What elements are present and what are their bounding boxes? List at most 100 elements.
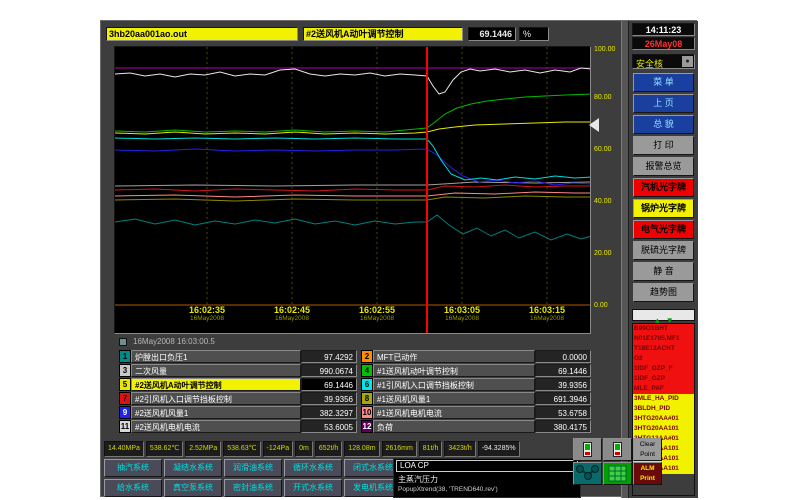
legend-row-12[interactable]: 12 负荷 380.4175 [361,420,591,433]
security-mode-icon[interactable]: ● [682,56,693,67]
sidebar-turbine-lamps-button[interactable]: 汽机光字牌 [633,178,694,197]
trend-chart[interactable]: 16:02:35 16May2008 16:02:45 16May2008 16… [114,46,591,334]
sidebar: 14:11:23 26May08 安全核 ● 菜 单 上 页 总 貌 打 印 报… [629,21,698,498]
pen-color-4: 4 [361,364,373,377]
status-reheat-temp: 538.63℃ [223,441,260,457]
legend-row-11[interactable]: 11 #2送风机电机电流 53.6005 [119,420,357,433]
y-tick-100: 100.00 [594,46,615,54]
tag-item[interactable]: 3BLDH_PID [633,404,694,414]
pen-label-12: 负荷 [373,420,535,433]
corner-button-grid: Clear Point ALM Print [573,438,663,486]
legend-row-1[interactable]: 1 炉膛出口负压1 97.4292 [119,350,357,363]
tag-item[interactable]: 1IDF_GZP_F [633,364,694,374]
sidebar-print-button[interactable]: 打 印 [633,136,694,155]
legend-row-4[interactable]: 4 #1送风机动叶调节控制 69.1446 [361,364,591,377]
signal-lamp-button-2[interactable] [603,438,632,461]
status-furnace-pressure: -124Pa [263,441,294,457]
command-line2: PopupXtrend(38, 'TREND640.rev') [398,486,498,494]
sidebar-boiler-lamps-button[interactable]: 锅炉光字牌 [633,199,694,218]
sidebar-alarm-summary-button[interactable]: 报警总览 [633,157,694,176]
command-input[interactable]: LOA CP [396,460,578,472]
sidebar-overview-button[interactable]: 总 貌 [633,115,694,134]
pen-color-11: 11 [119,420,131,433]
status-main-steam-temp: 538.62℃ [146,441,183,457]
tag-item[interactable]: MLE_PAF [633,384,694,394]
grid-view-button[interactable] [603,462,632,485]
pen-label-11: #2送风机电机电流 [131,420,301,433]
tag-item[interactable]: 1IDF_GZP [633,374,694,384]
dcs-window: 3hb20aa001ao.out #2送风机A动叶调节控制 69.1446 % … [100,20,697,497]
clear-point-label-1: Clear [634,440,661,450]
pen-value-4: 69.1446 [535,364,591,377]
sidebar-electric-lamps-button[interactable]: 电气光字牌 [633,220,694,239]
tag-item[interactable]: 3HTG20AA101 [633,424,694,434]
tag-item[interactable]: N01E1705.MF1 [633,334,694,344]
header-bar: 3hb20aa001ao.out #2送风机A动叶调节控制 69.1446 % [101,21,621,46]
grid-icon [604,463,631,484]
date-display: 26May08 [632,37,695,50]
sidebar-fgd-lamps-button[interactable]: 脱硫光字牌 [633,241,694,260]
legend-row-2[interactable]: 2 MFT已动作 0.0000 [361,350,591,363]
pen-value-12: 380.4175 [535,420,591,433]
sidebar-menu-button[interactable]: 菜 单 [633,73,694,92]
pen-value-1: 97.4292 [301,350,357,363]
tag-item[interactable]: B99O1BHT [633,324,694,334]
toolbar-feedwater[interactable]: 给水系统 [104,479,162,497]
legend-row-8[interactable]: 8 #1送风机风量1 691.3946 [361,392,591,405]
current-value-box: 69.1446 [468,27,516,41]
pen-label-3: 二次风量 [131,364,301,377]
x-tick-4: 16:03:15 16May2008 [512,305,582,323]
molecule-link-icon [574,463,601,484]
legend-row-10[interactable]: 10 #1送风机电机电流 53.6758 [361,406,591,419]
pen-label-8: #1送风机风量1 [373,392,535,405]
pen-color-1: 1 [119,350,131,363]
trend-series-fan1-airflow [115,196,590,201]
alarm-print-button[interactable]: ALM Print [633,462,662,485]
y-tick-20: 20.00 [594,250,612,258]
pen-color-8: 8 [361,392,373,405]
signal-lamp-icon [583,442,592,457]
legend-row-3[interactable]: 3 二次风量 990.0674 [119,364,357,377]
pen-color-2: 2 [361,350,373,363]
point-tag-box[interactable]: 3hb20aa001ao.out [106,27,298,41]
pen-label-1: 炉膛出口负压1 [131,350,301,363]
legend-row-7[interactable]: 7 #2引风机入口调节挡板控制 39.9356 [119,392,357,405]
legend-row-6[interactable]: 6 #1引风机入口调节挡板控制 39.9356 [361,378,591,391]
sidebar-trend-button[interactable]: 趋势图 [633,283,694,302]
network-button[interactable] [573,462,602,485]
timestamp-marker [119,338,127,346]
sidebar-page-up-button[interactable]: 上 页 [633,94,694,113]
status-air-flow: 3423t/h [444,441,475,457]
value-marker-triangle[interactable] [589,118,599,132]
pen-label-5: #2送风机A动叶调节控制 [131,378,301,391]
toolbar-circ-water[interactable]: 循环水系统 [284,459,342,477]
tag-item[interactable]: 3MLE_HA_PID [633,394,694,404]
command-line1: 主蒸汽压力 [398,475,438,484]
toolbar-seal-oil[interactable]: 密封油系统 [224,479,282,497]
legend-row-9[interactable]: 9 #2送风机风量1 382.3297 [119,406,357,419]
toolbar-condensate[interactable]: 凝结水系统 [164,459,222,477]
status-fuel-flow: 81t/h [419,441,443,457]
pen-value-5: 69.1446 [301,378,357,391]
trend-title-box[interactable]: #2送风机A动叶调节控制 [303,27,463,41]
legend-row-5-selected[interactable]: 5 #2送风机A动叶调节控制 69.1446 [119,378,357,391]
pen-value-8: 691.3946 [535,392,591,405]
toolbar-vacuum-pump[interactable]: 真空泵系统 [164,479,222,497]
x-tick-3: 16:03:05 16May2008 [427,305,497,323]
sidebar-mute-button[interactable]: 静 音 [633,262,694,281]
signal-lamp-button-1[interactable] [573,438,602,461]
toolbar-open-water[interactable]: 开式水系统 [284,479,342,497]
tag-list-scroll-strip: ▲ ▼ [632,309,695,321]
tag-item[interactable]: T18E12ACHT [633,344,694,354]
pen-label-6: #1引风机入口调节挡板控制 [373,378,535,391]
toolbar-lube-oil[interactable]: 润滑油系统 [224,459,282,477]
clear-point-button[interactable]: Clear Point [633,438,662,461]
security-mode-box[interactable]: 安全核 ● [632,54,695,69]
pen-label-7: #2引风机入口调节挡板控制 [131,392,301,405]
toolbar-extraction-steam[interactable]: 抽汽系统 [104,459,162,477]
tag-item[interactable]: 3HTG20AA#01 [633,414,694,424]
pen-value-10: 53.6758 [535,406,591,419]
pen-label-4: #1送风机动叶调节控制 [373,364,535,377]
tag-item[interactable]: O2 [633,354,694,364]
trend-plot [115,47,590,333]
